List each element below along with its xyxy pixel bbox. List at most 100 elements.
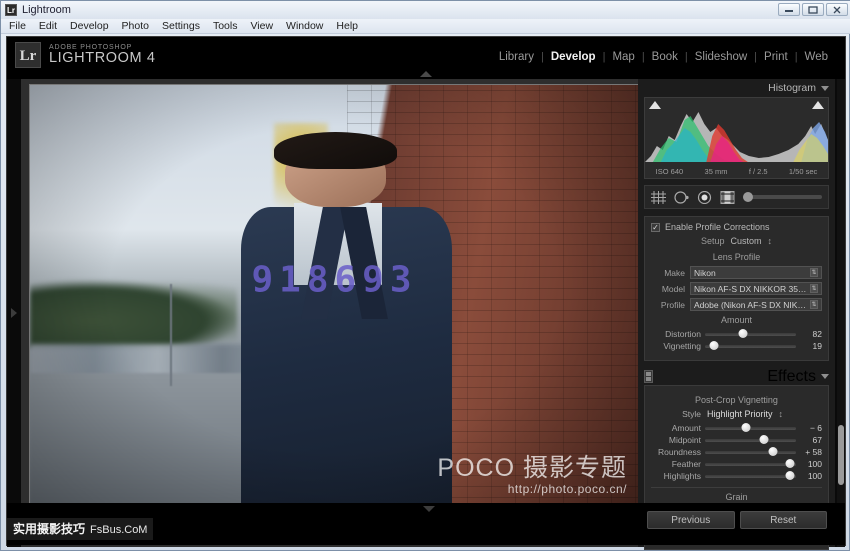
slider-knob[interactable] xyxy=(768,447,778,456)
lens-model-label: Model xyxy=(661,283,685,294)
lens-profile-title: Lens Profile xyxy=(712,252,761,262)
photo-canvas[interactable]: 918693 POCO 摄影专题 http://photo.poco.cn/ xyxy=(30,85,639,509)
minimize-button[interactable] xyxy=(778,3,800,16)
distortion-value: 82 xyxy=(812,329,822,339)
adjustment-brush-slider[interactable] xyxy=(743,192,822,202)
slider-knob[interactable] xyxy=(785,471,795,480)
close-button[interactable] xyxy=(826,3,848,16)
module-print[interactable]: Print xyxy=(757,51,795,63)
stepper-icon[interactable]: ⇅ xyxy=(810,300,818,309)
menu-window[interactable]: Window xyxy=(286,20,323,32)
window-titlebar: Lr Lightroom xyxy=(1,1,850,19)
spot-removal-icon[interactable] xyxy=(674,190,689,204)
vignetting-slider[interactable] xyxy=(705,341,796,350)
poco-watermark-title: POCO 摄影专题 xyxy=(437,454,627,482)
vignetting-slider-row[interactable]: Vignetting 19 xyxy=(651,341,822,351)
menu-file[interactable]: File xyxy=(9,20,26,32)
setup-value[interactable]: Custom xyxy=(731,236,762,246)
histogram-panel-header[interactable]: Histogram xyxy=(638,79,835,97)
reset-button[interactable]: Reset xyxy=(739,511,827,529)
vignette-style-stepper-icon[interactable]: ↕ xyxy=(779,409,784,419)
vignette-feather-label: Feather xyxy=(671,459,701,469)
maximize-button[interactable] xyxy=(802,3,824,16)
menu-settings[interactable]: Settings xyxy=(162,20,200,32)
menu-edit[interactable]: Edit xyxy=(39,20,57,32)
setup-row[interactable]: Setup Custom ↕ xyxy=(651,236,822,246)
menu-help[interactable]: Help xyxy=(336,20,358,32)
lens-make-label: Make xyxy=(664,267,685,278)
histogram-graph[interactable]: ISO 640 35 mm f / 2.5 1/50 sec xyxy=(644,97,829,179)
slider-knob[interactable] xyxy=(759,435,769,444)
vignette-amount-slider[interactable] xyxy=(705,423,796,432)
crop-overlay-icon[interactable] xyxy=(651,190,666,204)
distortion-slider-row[interactable]: Distortion 82 xyxy=(651,329,822,339)
amount-title: Amount xyxy=(720,315,753,325)
previous-button[interactable]: Previous xyxy=(647,511,735,529)
vignette-roundness-slider[interactable] xyxy=(705,447,796,456)
module-map[interactable]: Map xyxy=(605,51,641,63)
effects-toggle-switch-icon[interactable] xyxy=(644,370,653,383)
setup-stepper-icon[interactable]: ↕ xyxy=(768,236,773,246)
histogram-exif: ISO 640 35 mm f / 2.5 1/50 sec xyxy=(645,167,828,176)
menu-develop[interactable]: Develop xyxy=(70,20,109,32)
exif-aperture: f / 2.5 xyxy=(748,167,768,176)
scrollbar-thumb[interactable] xyxy=(838,425,844,486)
top-panel-collapse-arrow-icon[interactable] xyxy=(406,70,446,78)
lens-make-row[interactable]: Make Nikon ⇅ xyxy=(651,266,822,279)
module-web[interactable]: Web xyxy=(798,51,835,63)
slider-knob[interactable] xyxy=(738,329,748,338)
menu-photo[interactable]: Photo xyxy=(122,20,149,32)
lens-profile-row[interactable]: Profile Adobe (Nikon AF-S DX NIKKO... ⇅ xyxy=(651,298,822,311)
vignette-midpoint-row[interactable]: Midpoint 67 xyxy=(651,435,822,445)
vignette-style-label: Style xyxy=(682,409,701,419)
filmstrip-collapse-arrow-icon[interactable] xyxy=(409,505,449,513)
stepper-icon[interactable]: ⇅ xyxy=(810,284,818,293)
module-develop[interactable]: Develop xyxy=(544,51,603,63)
vignette-feather-value: 100 xyxy=(807,459,822,469)
slider-knob[interactable] xyxy=(785,459,795,468)
menu-view[interactable]: View xyxy=(250,20,273,32)
lens-profile-value: Adobe (Nikon AF-S DX NIKKO... xyxy=(694,299,810,310)
right-panel: Histogram ISO 640 35 mm f / 2.5 1/50 sec… xyxy=(638,79,835,550)
vignette-midpoint-value: 67 xyxy=(812,435,822,445)
red-eye-icon[interactable] xyxy=(697,190,712,204)
lens-corrections-panel: ✓ Enable Profile Corrections Setup Custo… xyxy=(638,216,835,361)
vignette-style-row[interactable]: Style Highlight Priority ↕ xyxy=(651,409,822,419)
checkbox-checked-icon[interactable]: ✓ xyxy=(651,222,660,232)
vignette-roundness-label: Roundness xyxy=(657,447,701,457)
effects-panel-header[interactable]: Effects xyxy=(638,368,835,385)
lens-make-field[interactable]: Nikon ⇅ xyxy=(690,266,822,279)
vignette-style-value[interactable]: Highlight Priority xyxy=(707,409,773,419)
site-watermark-en: FsBus.CoM xyxy=(90,524,148,536)
lens-model-field[interactable]: Nikon AF-S DX NIKKOR 35mm... ⇅ xyxy=(690,282,822,295)
vignette-feather-row[interactable]: Feather 100 xyxy=(651,459,822,469)
identity-plate[interactable]: Lr ADOBE PHOTOSHOP LIGHTROOM 4 xyxy=(15,42,156,68)
vignette-roundness-row[interactable]: Roundness + 58 xyxy=(651,447,822,457)
module-library[interactable]: Library xyxy=(492,51,541,63)
graduated-filter-icon[interactable] xyxy=(720,190,735,204)
vignette-amount-label: Amount xyxy=(671,423,701,433)
stepper-icon[interactable]: ⇅ xyxy=(810,268,818,277)
vignette-highlights-slider[interactable] xyxy=(705,471,796,480)
vignette-amount-row[interactable]: Amount − 6 xyxy=(651,423,822,433)
lr-badge-icon: Lr xyxy=(15,42,41,68)
vignette-midpoint-slider[interactable] xyxy=(705,435,796,444)
slider-knob[interactable] xyxy=(709,341,719,350)
slider-knob[interactable] xyxy=(741,423,751,432)
enable-profile-corrections-label: Enable Profile Corrections xyxy=(665,222,770,232)
lens-model-row[interactable]: Model Nikon AF-S DX NIKKOR 35mm... ⇅ xyxy=(651,282,822,295)
chevron-down-icon[interactable] xyxy=(821,374,829,379)
vignette-highlights-row[interactable]: Highlights 100 xyxy=(651,471,822,481)
left-panel-collapsed[interactable] xyxy=(7,79,21,547)
chevron-down-icon[interactable] xyxy=(821,85,829,91)
module-slideshow[interactable]: Slideshow xyxy=(688,51,754,63)
module-book[interactable]: Book xyxy=(645,51,685,63)
identity-title: LIGHTROOM 4 xyxy=(49,50,156,67)
vignette-feather-slider[interactable] xyxy=(705,459,796,468)
lens-profile-field[interactable]: Adobe (Nikon AF-S DX NIKKO... ⇅ xyxy=(690,298,822,311)
right-panel-scrollbar[interactable] xyxy=(837,79,845,547)
effects-divider xyxy=(651,487,822,488)
distortion-slider[interactable] xyxy=(705,329,796,338)
enable-profile-corrections-row[interactable]: ✓ Enable Profile Corrections xyxy=(651,222,822,232)
menu-tools[interactable]: Tools xyxy=(213,20,238,32)
